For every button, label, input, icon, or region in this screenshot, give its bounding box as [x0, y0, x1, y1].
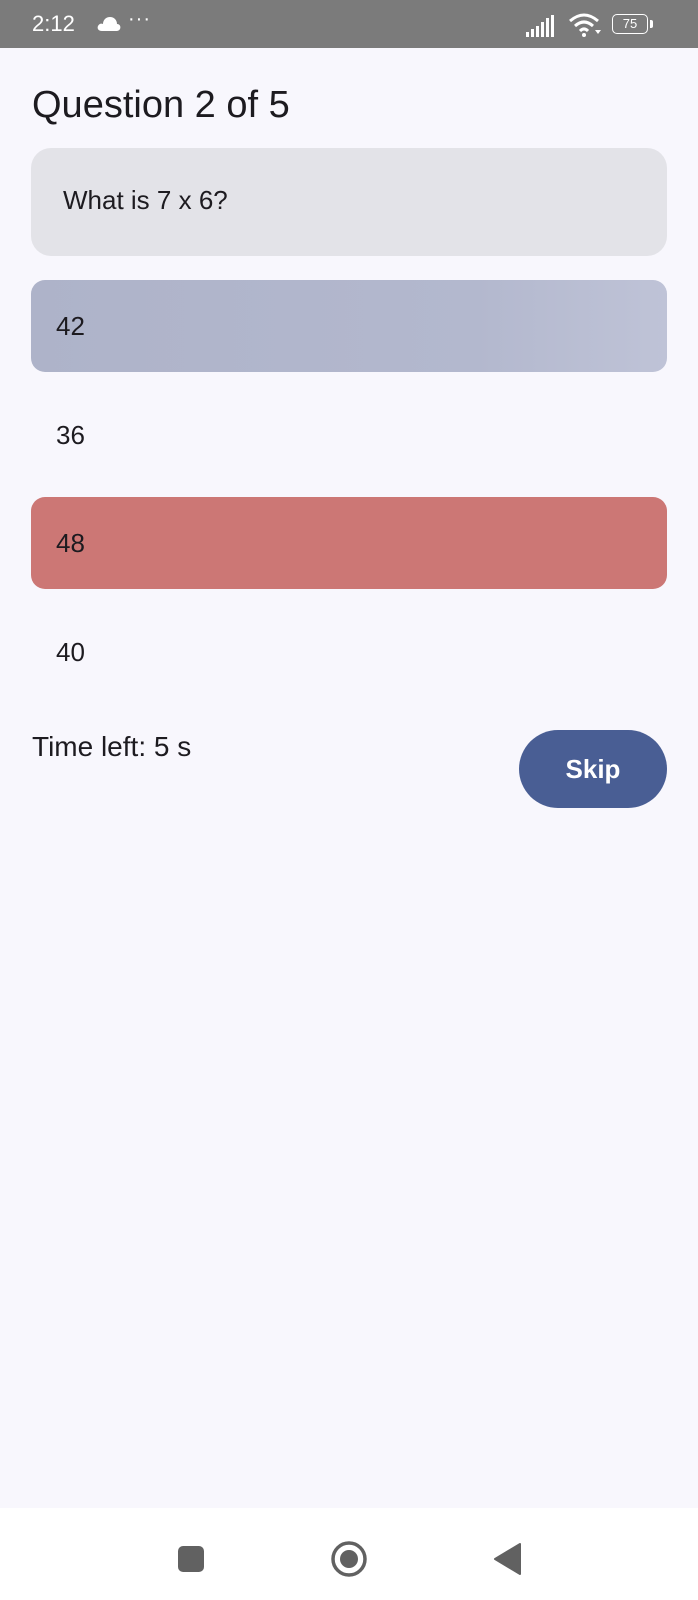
answer-option-wrong[interactable]: 48 — [31, 497, 667, 589]
answer-option[interactable]: 36 — [31, 389, 667, 481]
answer-option[interactable]: 40 — [31, 606, 667, 698]
more-notifications-indicator: ··· — [128, 8, 151, 30]
system-nav-bar — [0, 1508, 698, 1600]
answer-option-selected[interactable]: 42 — [31, 280, 667, 372]
question-card: What is 7 x 6? — [31, 148, 667, 256]
cloud-icon — [97, 17, 121, 31]
answer-label: 42 — [56, 311, 85, 341]
home-circle-icon[interactable] — [330, 1540, 368, 1578]
skip-button[interactable]: Skip — [519, 730, 667, 808]
answer-label: 40 — [56, 637, 85, 667]
time-left-text: Time left: 5 s — [32, 731, 192, 762]
back-triangle-icon[interactable] — [492, 1542, 522, 1576]
status-time: 2:12 — [32, 11, 75, 36]
status-bar: 2:12 ··· 75 — [0, 0, 698, 48]
page-title: Question 2 of 5 — [32, 84, 290, 126]
answer-label: 36 — [56, 420, 85, 450]
answer-label: 48 — [56, 528, 85, 558]
signal-icon — [526, 15, 554, 37]
battery-level: 75 — [612, 14, 648, 34]
battery-icon: 75 — [612, 14, 653, 34]
question-text: What is 7 x 6? — [63, 185, 228, 215]
recents-square-icon[interactable] — [178, 1546, 204, 1572]
wifi-icon — [569, 13, 601, 37]
battery-tip — [650, 20, 653, 28]
